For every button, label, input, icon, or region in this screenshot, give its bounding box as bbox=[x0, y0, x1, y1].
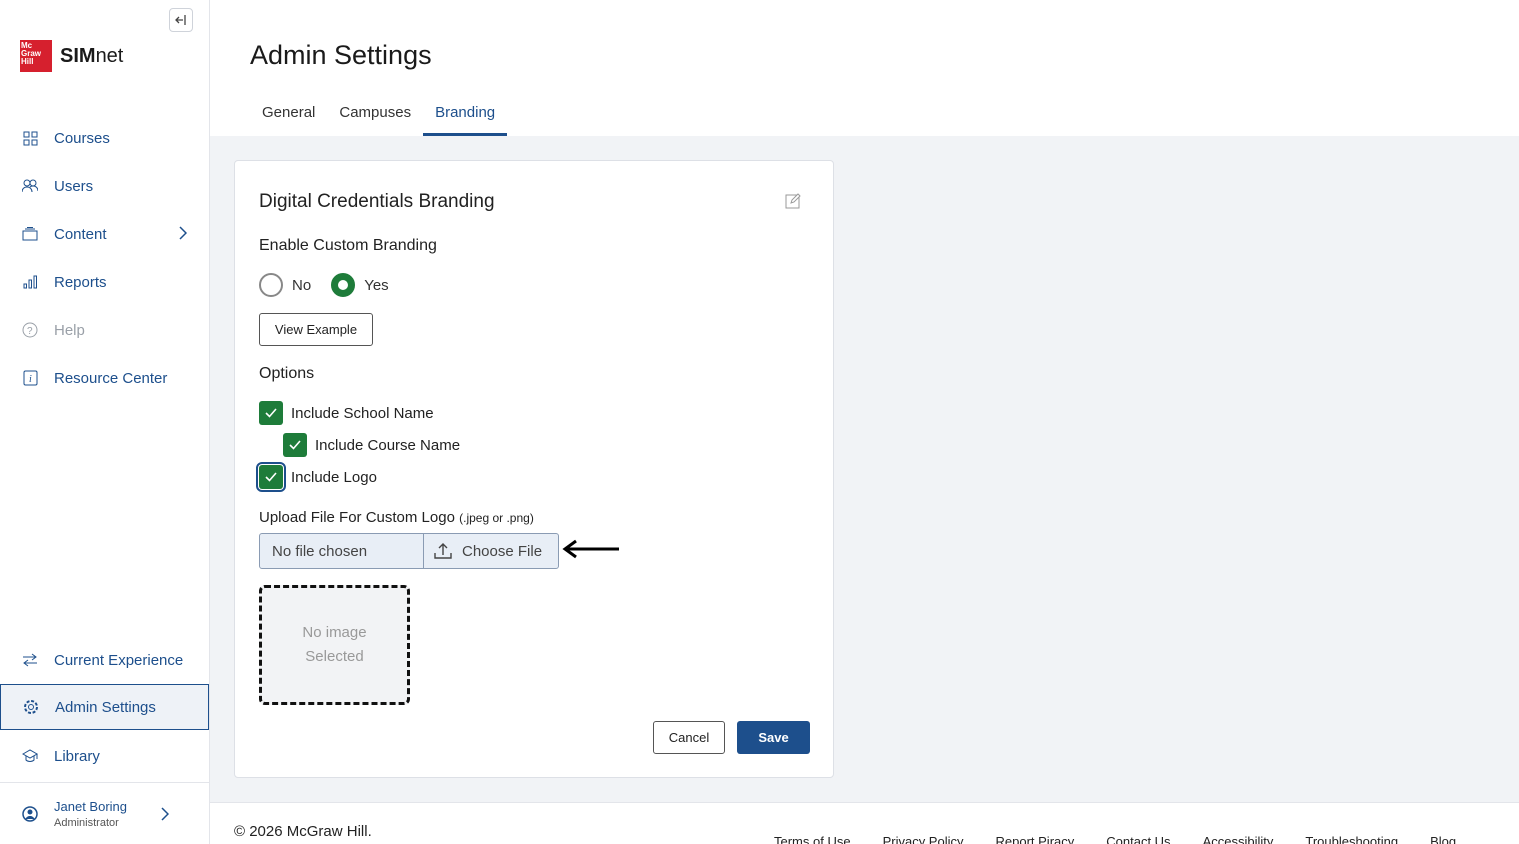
user-info: Janet Boring Administrator bbox=[54, 799, 127, 829]
branding-card: Digital Credentials Branding Enable Cust… bbox=[234, 160, 834, 778]
svg-text:?: ? bbox=[27, 326, 33, 337]
product-name-bold: SIM bbox=[60, 44, 96, 67]
users-icon bbox=[22, 178, 38, 194]
logo-preview-placeholder: No image Selected bbox=[259, 585, 410, 705]
sidebar-item-content[interactable]: Content bbox=[0, 211, 209, 257]
sidebar-item-courses[interactable]: Courses bbox=[0, 115, 209, 161]
options-label: Options bbox=[259, 365, 315, 382]
preview-text: No image Selected bbox=[302, 621, 366, 669]
card-title: Digital Credentials Branding bbox=[259, 191, 495, 212]
footer-link-contact[interactable]: Contact Us bbox=[1106, 834, 1170, 844]
file-status: No file chosen bbox=[260, 534, 424, 568]
upload-icon bbox=[434, 543, 452, 559]
upload-label-text: Upload File For Custom Logo bbox=[259, 509, 455, 526]
page-title: Admin Settings bbox=[250, 40, 432, 70]
sidebar-item-current-experience[interactable]: Current Experience bbox=[0, 637, 209, 683]
user-menu[interactable]: Janet Boring Administrator bbox=[0, 782, 209, 844]
sidebar-item-label: Courses bbox=[54, 129, 110, 147]
footer-link-privacy[interactable]: Privacy Policy bbox=[883, 834, 964, 844]
preview-line-1: No image bbox=[302, 624, 367, 641]
user-name: Janet Boring bbox=[54, 798, 127, 814]
sidebar-item-reports[interactable]: Reports bbox=[0, 259, 209, 305]
branding-radio-group: No Yes bbox=[259, 273, 409, 297]
tab-general[interactable]: General bbox=[250, 96, 327, 136]
sidebar-item-label: Help bbox=[54, 321, 85, 339]
option-label: Include School Name bbox=[291, 404, 434, 422]
footer-link-troubleshooting[interactable]: Troubleshooting bbox=[1305, 834, 1398, 844]
upload-hint: (.jpeg or .png) bbox=[459, 511, 534, 525]
radio-no[interactable] bbox=[259, 273, 283, 297]
radio-no-label: No bbox=[292, 276, 312, 294]
info-icon: i bbox=[22, 370, 38, 386]
tab-branding[interactable]: Branding bbox=[423, 96, 508, 136]
layers-icon bbox=[22, 226, 38, 242]
sidebar-item-admin-settings[interactable]: Admin Settings bbox=[0, 684, 209, 730]
chevron-right-icon bbox=[161, 807, 170, 826]
tab-bar: General Campuses Branding bbox=[250, 96, 508, 136]
sidebar-item-label: Users bbox=[54, 177, 94, 195]
product-name: SIMnet bbox=[60, 45, 123, 68]
grid-icon bbox=[22, 130, 38, 146]
footer-link-accessibility[interactable]: Accessibility bbox=[1203, 834, 1274, 844]
svg-text:i: i bbox=[29, 374, 32, 385]
radio-yes[interactable] bbox=[331, 273, 356, 297]
check-icon bbox=[265, 472, 277, 482]
preview-line-2: Selected bbox=[305, 648, 364, 665]
option-include-course-name[interactable]: Include Course Name bbox=[283, 433, 460, 457]
check-icon bbox=[265, 408, 277, 418]
cancel-button[interactable]: Cancel bbox=[653, 721, 725, 754]
swap-icon bbox=[22, 652, 38, 668]
help-icon: ? bbox=[22, 322, 38, 338]
choose-file-label: Choose File bbox=[462, 542, 543, 560]
collapse-icon bbox=[175, 15, 186, 25]
enable-branding-label: Enable Custom Branding bbox=[259, 237, 437, 254]
footer-link-report-piracy[interactable]: Report Piracy bbox=[996, 834, 1075, 844]
arrow-left-icon bbox=[562, 539, 620, 564]
tab-campuses[interactable]: Campuses bbox=[327, 96, 423, 136]
sidebar-item-resource-center[interactable]: i Resource Center bbox=[0, 355, 209, 401]
copyright: © 2026 McGraw Hill. bbox=[234, 823, 372, 840]
checkbox-course-name[interactable] bbox=[283, 433, 307, 457]
graduation-cap-icon bbox=[22, 748, 38, 764]
option-label: Include Course Name bbox=[315, 436, 461, 454]
check-icon bbox=[289, 440, 301, 450]
gear-icon bbox=[23, 699, 39, 715]
view-example-button[interactable]: View Example bbox=[259, 313, 373, 346]
user-avatar-icon bbox=[22, 805, 38, 822]
sidebar: Mc Graw Hill SIMnet Courses Users Conten… bbox=[0, 0, 210, 844]
option-label: Include Logo bbox=[291, 468, 377, 486]
footer-link-terms[interactable]: Terms of Use bbox=[774, 834, 851, 844]
sidebar-item-label: Resource Center bbox=[54, 369, 168, 387]
sidebar-item-label: Reports bbox=[54, 273, 107, 291]
choose-file-button[interactable]: Choose File bbox=[424, 534, 558, 568]
sidebar-item-library[interactable]: Library bbox=[0, 733, 209, 779]
upload-label: Upload File For Custom Logo (.jpeg or .p… bbox=[259, 509, 534, 526]
chevron-right-icon bbox=[179, 226, 188, 244]
radio-yes-label: Yes bbox=[364, 276, 389, 294]
file-upload-input[interactable]: No file chosen Choose File bbox=[259, 533, 559, 569]
logo: Mc Graw Hill SIMnet bbox=[20, 40, 123, 72]
option-include-school-name[interactable]: Include School Name bbox=[259, 401, 434, 425]
option-include-logo[interactable]: Include Logo bbox=[256, 462, 377, 492]
edit-icon[interactable] bbox=[785, 193, 801, 214]
footer: © 2026 McGraw Hill. Terms of Use Privacy… bbox=[210, 802, 1519, 844]
mcgraw-hill-logo: Mc Graw Hill bbox=[20, 40, 52, 72]
collapse-sidebar-button[interactable] bbox=[169, 8, 193, 32]
product-name-light: net bbox=[95, 44, 124, 67]
sidebar-item-label: Admin Settings bbox=[55, 698, 156, 716]
footer-link-blog[interactable]: Blog bbox=[1430, 834, 1456, 844]
bar-chart-icon bbox=[22, 274, 38, 290]
sidebar-item-label: Content bbox=[54, 225, 107, 243]
save-button[interactable]: Save bbox=[737, 721, 810, 754]
sidebar-item-users[interactable]: Users bbox=[0, 163, 209, 209]
user-role: Administrator bbox=[54, 816, 119, 829]
checkbox-logo[interactable] bbox=[256, 462, 286, 492]
footer-links: Terms of Use Privacy Policy Report Pirac… bbox=[774, 834, 1488, 844]
checkbox-school-name[interactable] bbox=[259, 401, 283, 425]
sidebar-item-label: Library bbox=[54, 747, 100, 765]
sidebar-item-help[interactable]: ? Help bbox=[0, 307, 209, 353]
sidebar-item-label: Current Experience bbox=[54, 651, 184, 669]
